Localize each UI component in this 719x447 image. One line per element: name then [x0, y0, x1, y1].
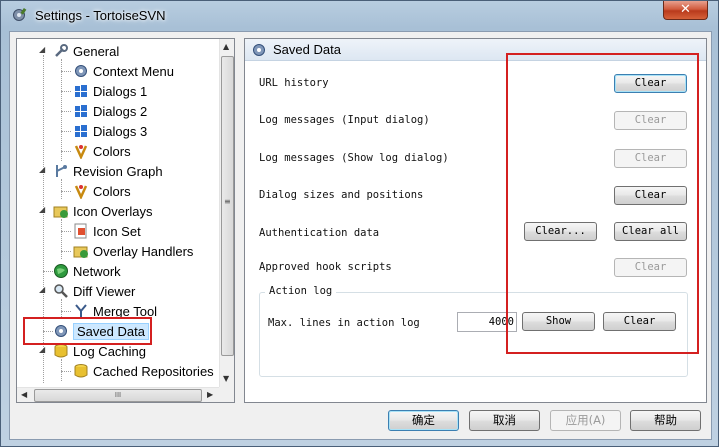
cancel-button[interactable]: 取消 [469, 410, 540, 431]
tree-item-label: Icon Set [93, 223, 141, 239]
collapse-arrow-icon[interactable]: ◢ [39, 206, 47, 214]
scroll-grip: ≡ [224, 197, 231, 206]
approved-hook-scripts-label: Approved hook scripts [259, 261, 392, 273]
palette-icon [74, 145, 88, 159]
windows-icon [75, 105, 87, 117]
windows-icon [75, 125, 87, 137]
dialog-sizes-label: Dialog sizes and positions [259, 189, 424, 201]
tree-item-label: Icon Overlays [73, 203, 153, 219]
tree-item-label: Dialogs 1 [93, 83, 148, 99]
tree-connector [61, 371, 71, 372]
scroll-right-arrow-icon[interactable]: ▶ [207, 390, 213, 399]
vertical-scroll-thumb[interactable]: ≡ [221, 56, 234, 356]
tree-item-overlay-handlers[interactable]: Overlay Handlers [73, 241, 193, 261]
tortoisesvn-settings-icon [13, 7, 27, 21]
collapse-arrow-icon[interactable]: ◢ [39, 166, 47, 174]
url-history-label: URL history [259, 77, 329, 89]
tree-item-cached-repositories[interactable]: Cached Repositories [73, 361, 214, 381]
tree-item-label: Log Caching [73, 343, 146, 359]
database-icon [54, 344, 68, 358]
log-messages-input-label: Log messages (Input dialog) [259, 114, 430, 126]
iconset-icon [74, 223, 87, 239]
graph-icon [56, 165, 67, 177]
tree-connector [61, 179, 62, 199]
panel-title: Saved Data [273, 42, 341, 57]
overlay-icon [53, 206, 68, 218]
magnifier-icon [54, 284, 68, 298]
horizontal-scroll-thumb[interactable]: III [34, 389, 202, 402]
tree-item-label: Dialogs 3 [93, 123, 148, 139]
tree-item-label: Network [73, 263, 121, 279]
tree-vertical-scrollbar[interactable]: ▲ ≡ ▼ [219, 39, 234, 387]
wrench-icon [55, 44, 68, 57]
tree-item-network[interactable]: Network [53, 261, 121, 281]
database-icon [74, 364, 88, 378]
tree-item-label: Dialogs 2 [93, 103, 148, 119]
overlay-icon [73, 246, 88, 258]
tree-item-label: Colors [93, 143, 131, 159]
scroll-left-arrow-icon[interactable]: ◀ [21, 390, 27, 399]
tree-connector [61, 111, 71, 112]
window-title: Settings - TortoiseSVN [35, 8, 166, 23]
tree-item-label: Cached Repositories [93, 363, 214, 379]
tree-connector [61, 71, 71, 72]
tree-item-colors[interactable]: Colors [73, 141, 131, 161]
windows-icon [75, 85, 87, 97]
tree-connector [61, 151, 71, 152]
help-button[interactable]: 帮助 [630, 410, 701, 431]
tree-item-dialogs-1[interactable]: Dialogs 1 [73, 81, 147, 101]
tree-item-dialogs-3[interactable]: Dialogs 3 [73, 121, 147, 141]
tree-connector [61, 251, 71, 252]
tree-item-label: Diff Viewer [73, 283, 136, 299]
tree-connector [61, 311, 71, 312]
tree-item-general[interactable]: General [53, 41, 119, 61]
max-lines-label: Max. lines in action log [268, 317, 420, 329]
tree-item-icon-set[interactable]: Icon Set [73, 221, 141, 241]
tree-item-label: Overlay Handlers [93, 243, 194, 259]
tree-item-context-menu[interactable]: Context Menu [73, 61, 174, 81]
gear-icon [253, 44, 265, 56]
tree-connector [61, 59, 62, 161]
tree-connector [61, 359, 62, 381]
title-bar[interactable]: Settings - TortoiseSVN ✕ [1, 1, 718, 31]
tree-connector [61, 91, 71, 92]
tree-item-label: Revision Graph [73, 163, 163, 179]
buttons-highlight-box [506, 53, 699, 354]
tree-connector [61, 219, 62, 259]
globe-icon [54, 264, 68, 278]
tree-connector [61, 299, 62, 319]
settings-tree[interactable]: ◢ General Context Menu Dialogs 1 Dialogs… [16, 38, 235, 403]
action-log-group-title: Action log [265, 285, 337, 297]
tree-item-icon-overlays[interactable]: Icon Overlays [53, 201, 152, 221]
collapse-arrow-icon[interactable]: ◢ [39, 286, 47, 294]
log-messages-show-label: Log messages (Show log dialog) [259, 152, 449, 164]
palette-icon [74, 185, 88, 199]
tree-item-label: Context Menu [93, 63, 174, 79]
settings-window: Settings - TortoiseSVN ✕ ◢ General Conte… [0, 0, 719, 447]
collapse-arrow-icon[interactable]: ◢ [39, 346, 47, 354]
tree-item-revision-graph[interactable]: Revision Graph [53, 161, 163, 181]
tree-connector [43, 271, 53, 272]
scroll-corner [219, 387, 234, 402]
tree-item-label: General [73, 43, 120, 59]
scroll-up-arrow-icon[interactable]: ▲ [223, 42, 229, 51]
tree-item-dialogs-2[interactable]: Dialogs 2 [73, 101, 147, 121]
apply-button[interactable]: 应用(A) [550, 410, 621, 431]
scroll-down-arrow-icon[interactable]: ▼ [223, 374, 229, 383]
gear-icon [75, 65, 87, 77]
collapse-arrow-icon[interactable]: ◢ [39, 46, 47, 54]
tree-connector [61, 191, 71, 192]
saved-data-highlight-box [23, 317, 152, 345]
tree-horizontal-scrollbar[interactable]: ◀ III ▶ [17, 387, 219, 402]
tree-item-label: Colors [93, 183, 131, 199]
tree-connector [61, 131, 71, 132]
authentication-data-label: Authentication data [259, 227, 380, 239]
tree-item-graph-colors[interactable]: Colors [73, 181, 131, 201]
tree-item-diff-viewer[interactable]: Diff Viewer [53, 281, 135, 301]
ok-button[interactable]: 确定 [388, 410, 459, 431]
close-button[interactable]: ✕ [663, 1, 708, 20]
tree-connector [61, 231, 71, 232]
